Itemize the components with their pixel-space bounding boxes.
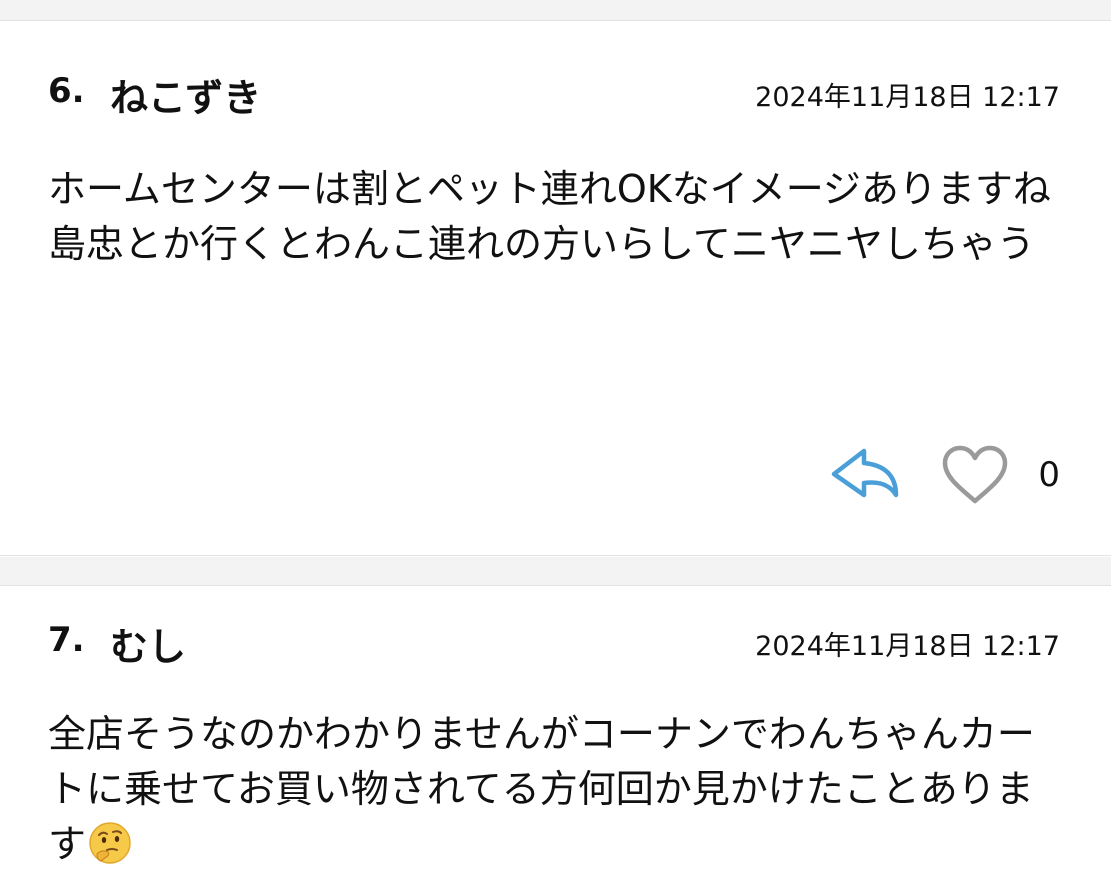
like-button[interactable]: 0 [940,441,1060,511]
comment-timestamp: 2024年11月18日 12:17 [755,82,1060,113]
comment-timestamp: 2024年11月18日 12:17 [755,631,1060,662]
reply-arrow-icon[interactable] [824,445,904,503]
comment-number: 6. [48,71,85,111]
comment-number: 7. [48,620,85,660]
comment-author-name: ねこずき [110,76,262,120]
comment-body: 全店そうなのかわかりませんがコーナンでわんちゃんカートに乗せてお買い物されてる方… [48,707,1058,872]
thinking-face-icon [88,821,132,865]
comment-author-name: むし [110,625,187,669]
comment-item: 7. むし 2024年11月18日 12:17 全店そうなのかわかりませんがコー… [0,586,1111,885]
comment-header: 7. むし 2024年11月18日 12:17 [48,612,1060,669]
comment-body-text: 全店そうなのかわかりませんがコーナンでわんちゃんカートに乗せてお買い物されてる方… [48,712,1035,866]
comment-item: 6. ねこずき 2024年11月18日 12:17 ホームセンターは割とペット連… [0,21,1111,556]
comment-body: ホームセンターは割とペット連れOKなイメージありますね 島忠とか行くとわんこ連れ… [48,167,1051,266]
top-divider-strip [0,0,1111,21]
heart-outline-icon [940,443,1010,507]
comment-actions: 0 [810,441,1060,511]
like-count: 0 [1038,455,1060,495]
comment-header: 6. ねこずき 2024年11月18日 12:17 [48,63,1060,120]
comment-separator [0,557,1111,586]
